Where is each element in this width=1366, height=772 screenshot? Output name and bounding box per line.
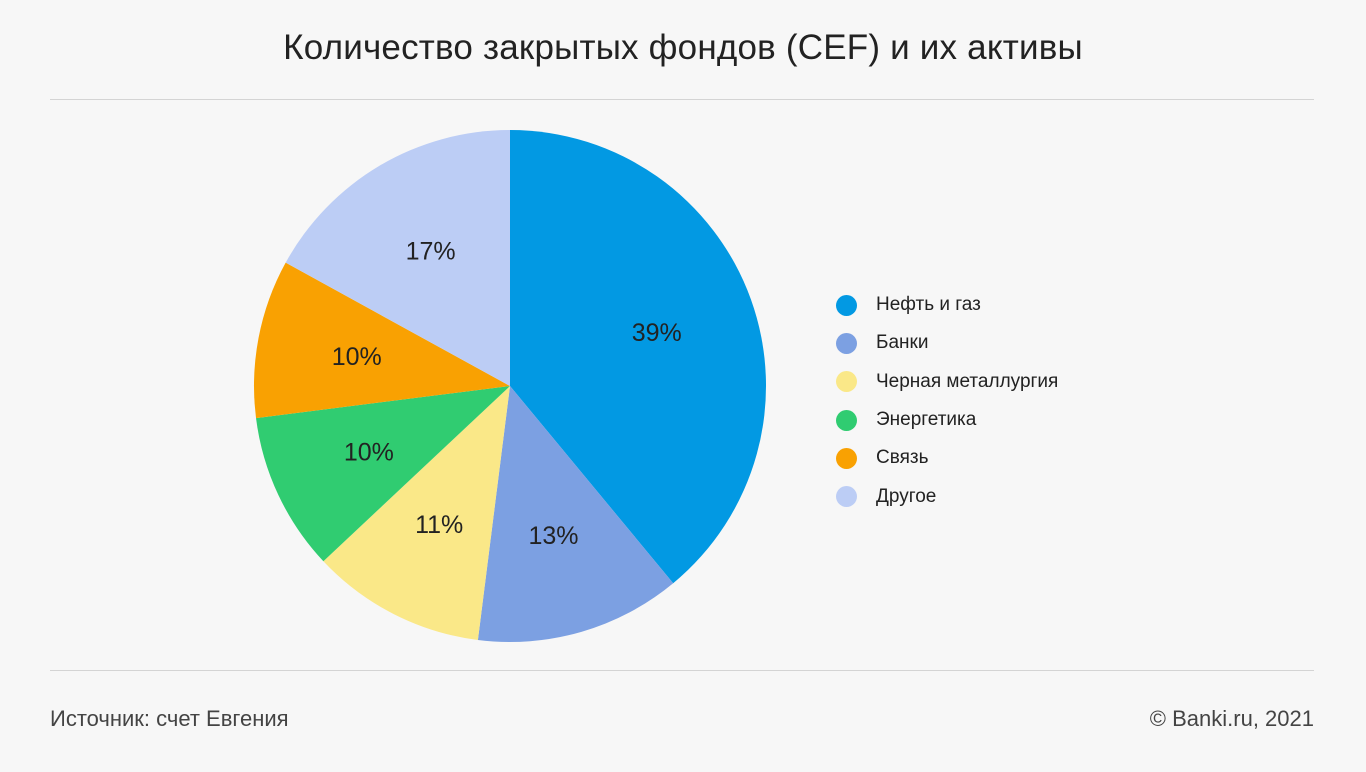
slice-value-label: 11% [415, 511, 463, 539]
legend-item: Связь [836, 439, 1058, 477]
legend-label: Связь [876, 447, 929, 469]
slice-value-label: 10% [344, 438, 394, 466]
legend-item: Черная металлургия [836, 363, 1058, 401]
legend-swatch [836, 371, 857, 393]
pie-chart: 39% 13% 11% 10% 10% 17% [254, 130, 767, 642]
legend-item: Банки [836, 324, 1058, 362]
legend-label: Энергетика [876, 409, 977, 431]
legend-swatch [836, 409, 857, 431]
slice-value-label: 10% [332, 343, 382, 371]
legend-label: Банки [876, 332, 929, 354]
legend-item: Другое [836, 477, 1058, 515]
legend-swatch [836, 332, 857, 354]
legend-item: Нефть и газ [836, 286, 1058, 324]
slice-value-label: 39% [632, 319, 682, 347]
source-note: Источник: счет Евгения [50, 706, 289, 731]
legend-swatch [836, 486, 857, 508]
copyright-note: © Banki.ru, 2021 [1149, 706, 1314, 731]
bottom-divider [50, 670, 1314, 671]
slice-value-label: 13% [528, 522, 578, 550]
legend-item: Энергетика [836, 401, 1058, 439]
legend-label: Черная металлургия [876, 370, 1059, 392]
legend-label: Другое [876, 485, 937, 507]
legend: Нефть и газ Банки Черная металлургия Энерге… [836, 286, 1058, 516]
legend-swatch [836, 294, 857, 316]
pie-slices [254, 130, 767, 642]
legend-swatch [836, 447, 857, 469]
legend-label: Нефть и газ [876, 294, 981, 316]
slice-value-label: 17% [406, 238, 456, 266]
